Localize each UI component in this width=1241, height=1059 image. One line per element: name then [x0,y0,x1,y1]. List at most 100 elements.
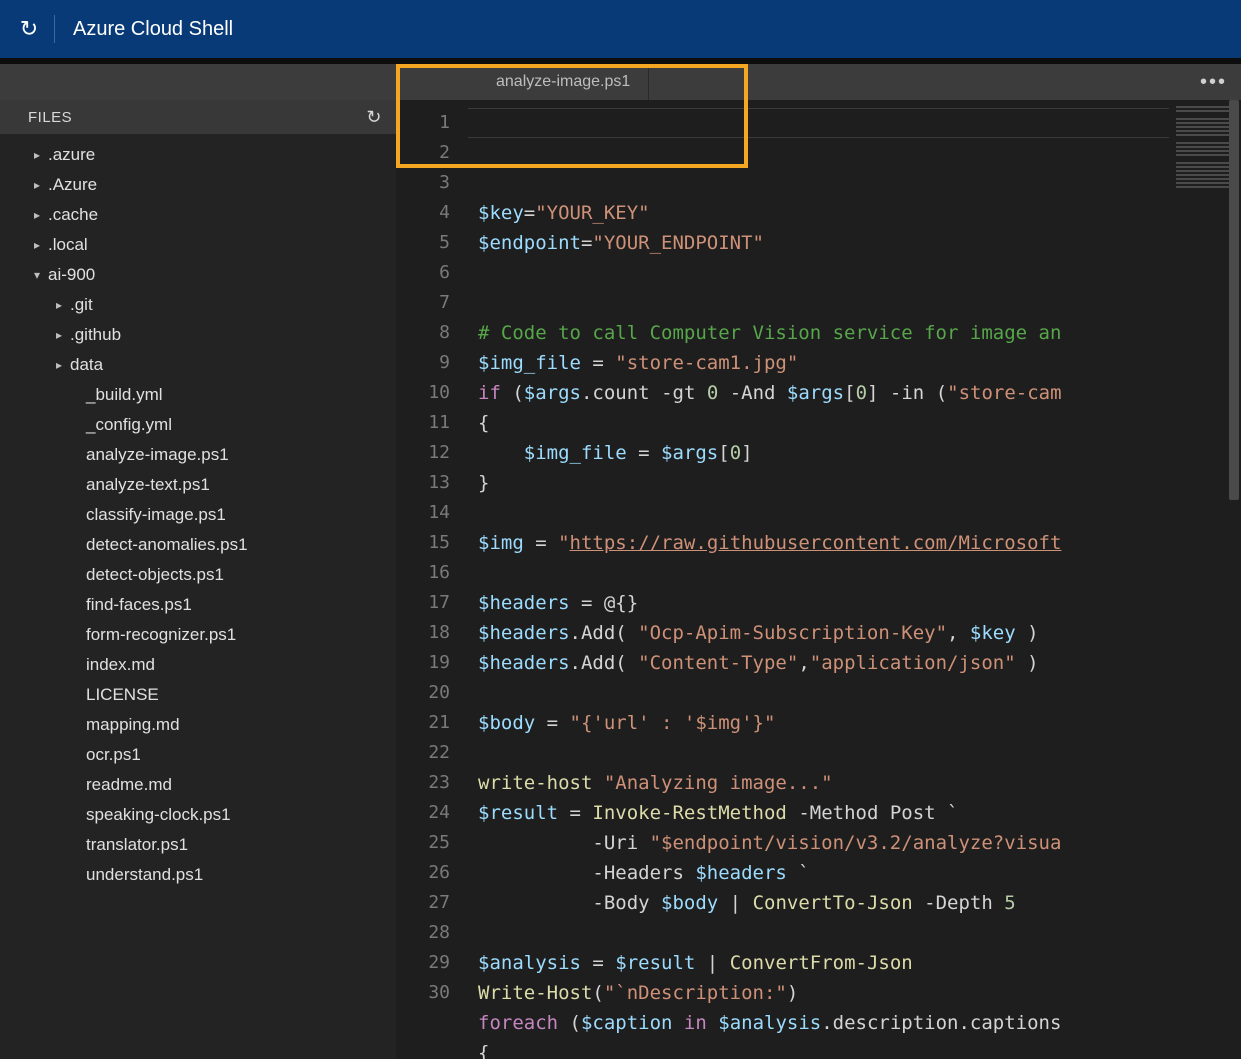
folder-item[interactable]: ▸.git [0,290,396,320]
code-line[interactable]: $img = "https://raw.githubusercontent.co… [478,528,1169,558]
file-item[interactable]: readme.md [0,770,396,800]
app-title: Azure Cloud Shell [73,18,233,41]
file-item[interactable]: detect-objects.ps1 [0,560,396,590]
refresh-files-icon[interactable]: ↻ [366,107,382,128]
code-line[interactable]: if ($args.count -gt 0 -And $args[0] -in … [478,378,1169,408]
code-line[interactable]: $body = "{'url' : '$img'}" [478,708,1169,738]
scrollbar-thumb[interactable] [1229,100,1239,500]
folder-item[interactable]: ▾ai-900 [0,260,396,290]
tree-item-label: detect-objects.ps1 [86,565,224,585]
code-line[interactable]: $analysis = $result | ConvertFrom-Json [478,948,1169,978]
code-line[interactable]: foreach ($caption in $analysis.descripti… [478,1008,1169,1038]
line-number: 17 [396,588,450,618]
file-item[interactable]: index.md [0,650,396,680]
tab-label: analyze-image.ps1 [496,73,630,91]
folder-item[interactable]: ▸ .cache [0,200,396,230]
code-line[interactable]: Write-Host("`nDescription:") [478,978,1169,1008]
line-number: 9 [396,348,450,378]
file-item[interactable]: speaking-clock.ps1 [0,800,396,830]
folder-item[interactable]: ▸data [0,350,396,380]
tree-item-label: .Azure [48,175,97,195]
file-item[interactable]: analyze-text.ps1 [0,470,396,500]
tree-item-label: data [70,355,103,375]
chevron-right-icon: ▸ [30,208,44,222]
tree-item-label: readme.md [86,775,172,795]
line-number: 28 [396,918,450,948]
line-number: 24 [396,798,450,828]
line-number: 1 [396,108,450,138]
code-line[interactable]: $headers.Add( "Content-Type","applicatio… [478,648,1169,678]
line-number: 30 [396,978,450,1008]
line-number: 7 [396,288,450,318]
code-line[interactable] [478,678,1169,708]
chevron-right-icon: ▸ [52,298,66,312]
more-icon[interactable]: ••• [1200,64,1227,100]
folder-item[interactable]: ▸.azure [0,140,396,170]
folder-item[interactable]: ▸ .github [0,320,396,350]
titlebar: ↻ Azure Cloud Shell [0,0,1241,58]
code-line[interactable]: write-host "Analyzing image..." [478,768,1169,798]
file-explorer: FILES ↻ ▸.azure▸.Azure▸.cache▸.local▾ai-… [0,100,396,1059]
code-line[interactable] [478,258,1169,288]
chevron-right-icon: ▸ [52,328,66,342]
file-item[interactable]: detect-anomalies.ps1 [0,530,396,560]
code-line[interactable]: -Uri "$endpoint/vision/v3.2/analyze?visu… [478,828,1169,858]
code-line[interactable] [478,498,1169,528]
code-editor[interactable]: 1234567891011121314151617181920212223242… [396,100,1241,1059]
code-line[interactable]: $result = Invoke-RestMethod -Method Post… [478,798,1169,828]
code-line[interactable]: $img_file = $args[0] [478,438,1169,468]
line-number: 16 [396,558,450,588]
file-item[interactable]: classify-image.ps1 [0,500,396,530]
file-item[interactable]: _config.yml [0,410,396,440]
tree-item-label: ai-900 [48,265,95,285]
tree-item-label: translator.ps1 [86,835,188,855]
code-line[interactable] [478,918,1169,948]
folder-item[interactable]: ▸.local [0,230,396,260]
tree-item-label: LICENSE [86,685,159,705]
code-line[interactable]: { [478,408,1169,438]
code-line[interactable]: -Headers $headers ` [478,858,1169,888]
tab-bar: analyze-image.ps1 ••• [0,64,1241,100]
tree-item-label: analyze-image.ps1 [86,445,229,465]
file-item[interactable]: ocr.ps1 [0,740,396,770]
tree-item-label: find-faces.ps1 [86,595,192,615]
line-number: 2 [396,138,450,168]
tree-item-label: .cache [48,205,98,225]
folder-item[interactable]: ▸.Azure [0,170,396,200]
tree-item-label: .github [70,325,121,345]
file-item[interactable]: translator.ps1 [0,830,396,860]
tree-item-label: analyze-text.ps1 [86,475,210,495]
code-area[interactable]: $key="YOUR_KEY"$endpoint="YOUR_ENDPOINT"… [468,100,1169,1059]
file-item[interactable]: mapping.md [0,710,396,740]
code-line[interactable]: # Code to call Computer Vision service f… [478,318,1169,348]
refresh-icon[interactable]: ↻ [14,14,44,44]
code-line[interactable]: $endpoint="YOUR_ENDPOINT" [478,228,1169,258]
file-tree: ▸.azure▸.Azure▸.cache▸.local▾ai-900▸.git… [0,134,396,1059]
code-line[interactable] [478,288,1169,318]
code-line[interactable]: } [478,468,1169,498]
file-item[interactable]: LICENSE [0,680,396,710]
code-line[interactable] [478,738,1169,768]
code-line[interactable]: $headers = @{} [478,588,1169,618]
file-item[interactable]: _build.yml [0,380,396,410]
line-number: 15 [396,528,450,558]
tree-item-label: _config.yml [86,415,172,435]
line-number: 18 [396,618,450,648]
tree-item-label: .local [48,235,88,255]
tree-item-label: form-recognizer.ps1 [86,625,236,645]
line-number: 13 [396,468,450,498]
file-item[interactable]: find-faces.ps1 [0,590,396,620]
code-line[interactable]: $img_file = "store-cam1.jpg" [478,348,1169,378]
code-line[interactable] [478,558,1169,588]
file-item[interactable]: analyze-image.ps1 [0,440,396,470]
code-line[interactable]: $key="YOUR_KEY" [478,198,1169,228]
tab-analyze-image[interactable]: analyze-image.ps1 [478,64,649,100]
editor-scrollbar[interactable] [1227,100,1241,1059]
active-line-highlight [468,108,1169,138]
code-line[interactable]: $headers.Add( "Ocp-Apim-Subscription-Key… [478,618,1169,648]
code-line[interactable]: -Body $body | ConvertTo-Json -Depth 5 [478,888,1169,918]
code-line[interactable]: { [478,1038,1169,1059]
file-item[interactable]: form-recognizer.ps1 [0,620,396,650]
line-number: 23 [396,768,450,798]
file-item[interactable]: understand.ps1 [0,860,396,890]
